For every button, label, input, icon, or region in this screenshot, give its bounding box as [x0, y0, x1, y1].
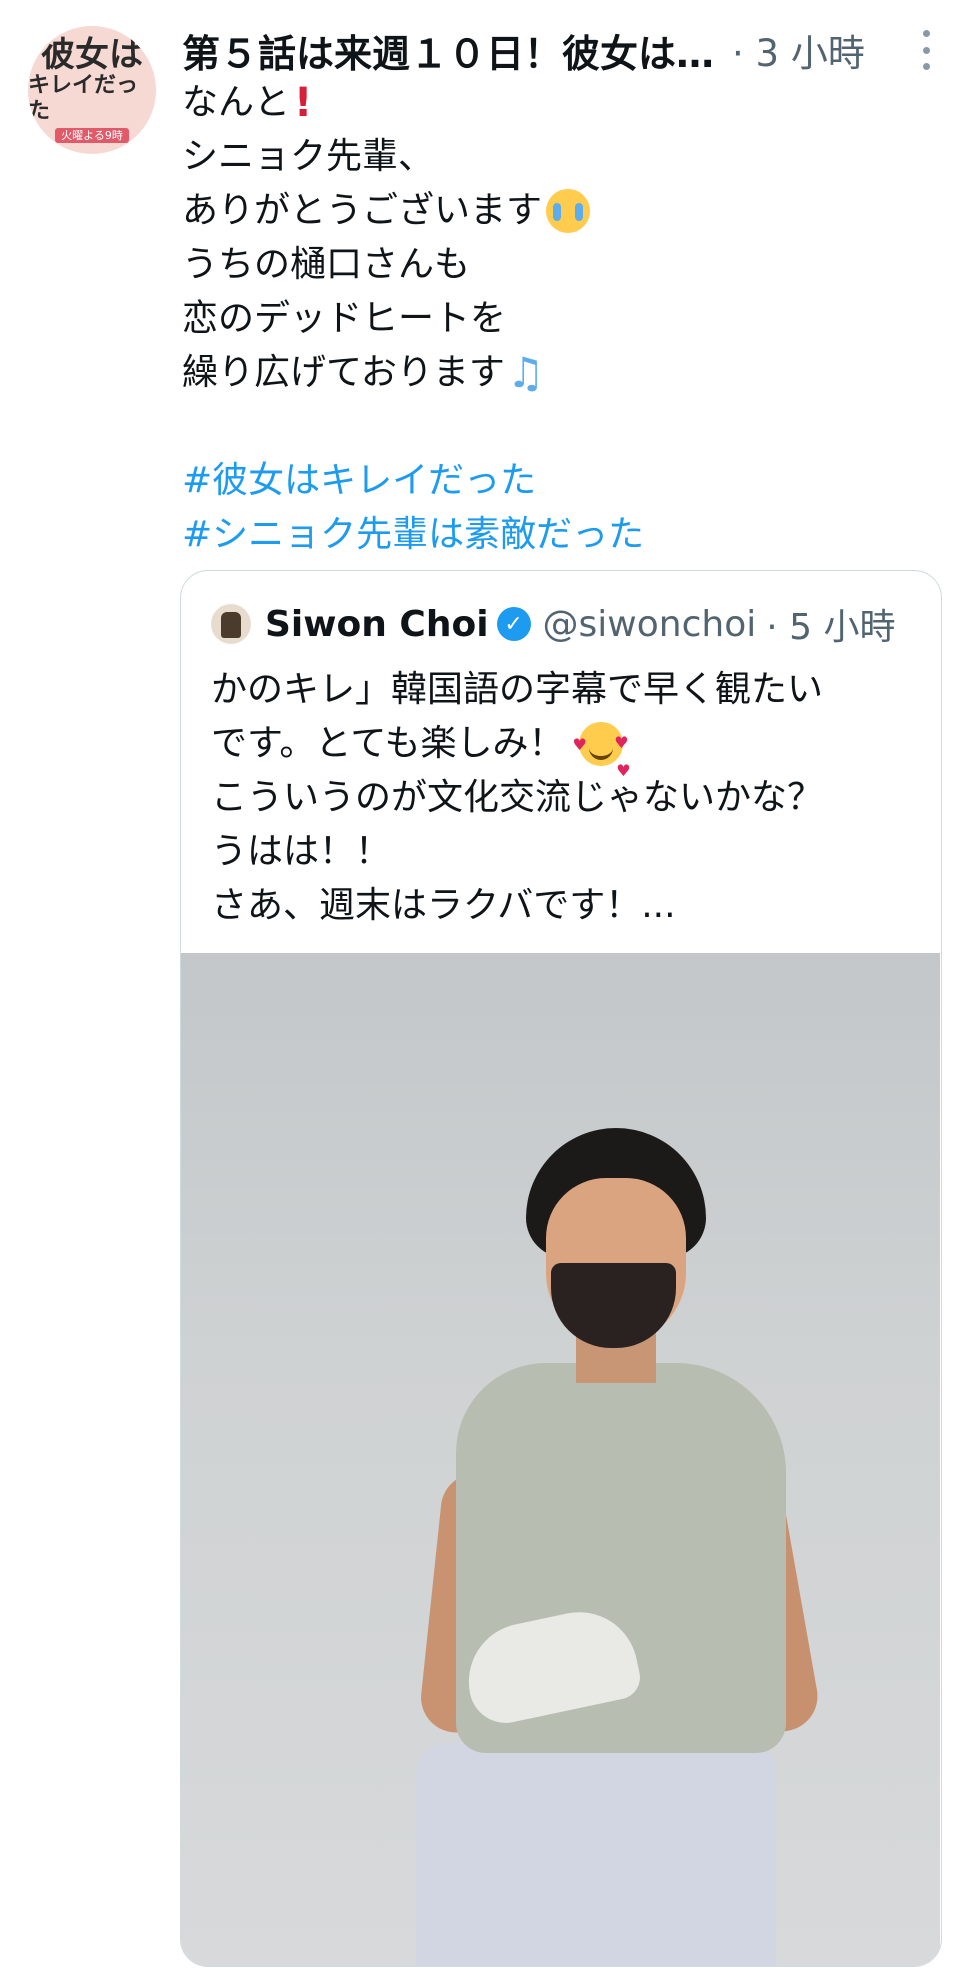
- exclamation-emoji-icon: !: [294, 80, 313, 126]
- quote-line: さあ、週末はラクバです！...: [211, 879, 921, 933]
- quoted-photo[interactable]: [181, 953, 940, 1966]
- quoted-timestamp[interactable]: · 5 小時: [766, 598, 895, 650]
- more-options-icon[interactable]: [920, 30, 932, 70]
- smiling-face-with-hearts-emoji-icon: ♥ ♥ ♥: [573, 722, 631, 780]
- text-line-content: 恋のデッドヒートを: [182, 298, 507, 339]
- hashtag-link[interactable]: #彼女はキレイだった: [182, 454, 942, 508]
- text-line: ありがとうございます: [182, 184, 942, 238]
- quote-line-content: です。とても楽しみ！: [211, 723, 565, 764]
- quoted-author-name[interactable]: Siwon Choi: [265, 604, 489, 645]
- quoted-tweet-header: Siwon Choi ✓ @siwonchoi · 5 小時: [211, 599, 895, 649]
- text-line: 恋のデッドヒートを: [182, 292, 942, 346]
- tweet-header: 第５話は来週１０日！彼女は… · 3 小時: [182, 24, 952, 76]
- tweet-author-name[interactable]: 第５話は来週１０日！彼女は…: [182, 23, 714, 78]
- quoted-tweet-text: かのキレ」韓国語の字幕で早く観たい です。とても楽しみ！ ♥ ♥ ♥ こういうのが文化…: [211, 663, 921, 933]
- text-line: うちの樋口さんも: [182, 238, 942, 292]
- tweet-text: なんと! シニョク先輩、 ありがとうございます うちの樋口さんも 恋のデッドヒー…: [182, 76, 942, 562]
- quote-line: こういうのが文化交流じゃないかな？: [211, 771, 921, 825]
- verified-badge-icon: ✓: [496, 607, 531, 641]
- text-line-content: うちの樋口さんも: [182, 244, 471, 285]
- avatar[interactable]: 彼女は キレイだった 火曜よる9時: [28, 26, 156, 154]
- text-line-content: ありがとうございます: [182, 190, 543, 231]
- tweet-timestamp[interactable]: · 3 小時: [732, 23, 865, 77]
- text-line-content: シニョク先輩、: [182, 136, 435, 177]
- logo-badge: 火曜よる9時: [55, 127, 129, 143]
- quote-line: かのキレ」韓国語の字幕で早く観たい: [211, 663, 921, 717]
- photo-figure-pants: [416, 1743, 776, 1966]
- photo-figure-beard: [551, 1263, 676, 1348]
- quote-line: です。とても楽しみ！ ♥ ♥ ♥: [211, 717, 921, 780]
- quoted-author-handle[interactable]: @siwonchoi: [543, 604, 757, 645]
- quote-line-content: こういうのが文化交流じゃないかな？: [211, 777, 824, 818]
- text-line: 繰り広げております ♫: [182, 346, 942, 400]
- drama-logo: 彼女は キレイだった 火曜よる9時: [28, 26, 156, 154]
- text-line-content: 繰り広げております: [182, 352, 505, 393]
- hashtag-link[interactable]: #シニョク先輩は素敵だった: [182, 508, 942, 562]
- text-line: シニョク先輩、: [182, 130, 942, 184]
- quote-line-content: うはは！！: [211, 831, 392, 872]
- crying-face-emoji-icon: [546, 189, 591, 233]
- quote-line-content: さあ、週末はラクバです！...: [211, 885, 676, 926]
- quote-line-content: かのキレ」韓国語の字幕で早く観たい: [211, 669, 824, 710]
- text-line: なんと!: [182, 76, 942, 130]
- logo-line: 彼女は: [41, 34, 143, 75]
- quoted-avatar[interactable]: [211, 604, 251, 644]
- quote-line: うはは！！: [211, 825, 921, 879]
- music-note-emoji-icon: ♫: [506, 348, 545, 397]
- quoted-tweet[interactable]: Siwon Choi ✓ @siwonchoi · 5 小時 かのキレ」韓国語の…: [180, 570, 942, 1967]
- logo-line: キレイだった: [28, 71, 139, 124]
- text-line-content: なんと: [182, 82, 291, 123]
